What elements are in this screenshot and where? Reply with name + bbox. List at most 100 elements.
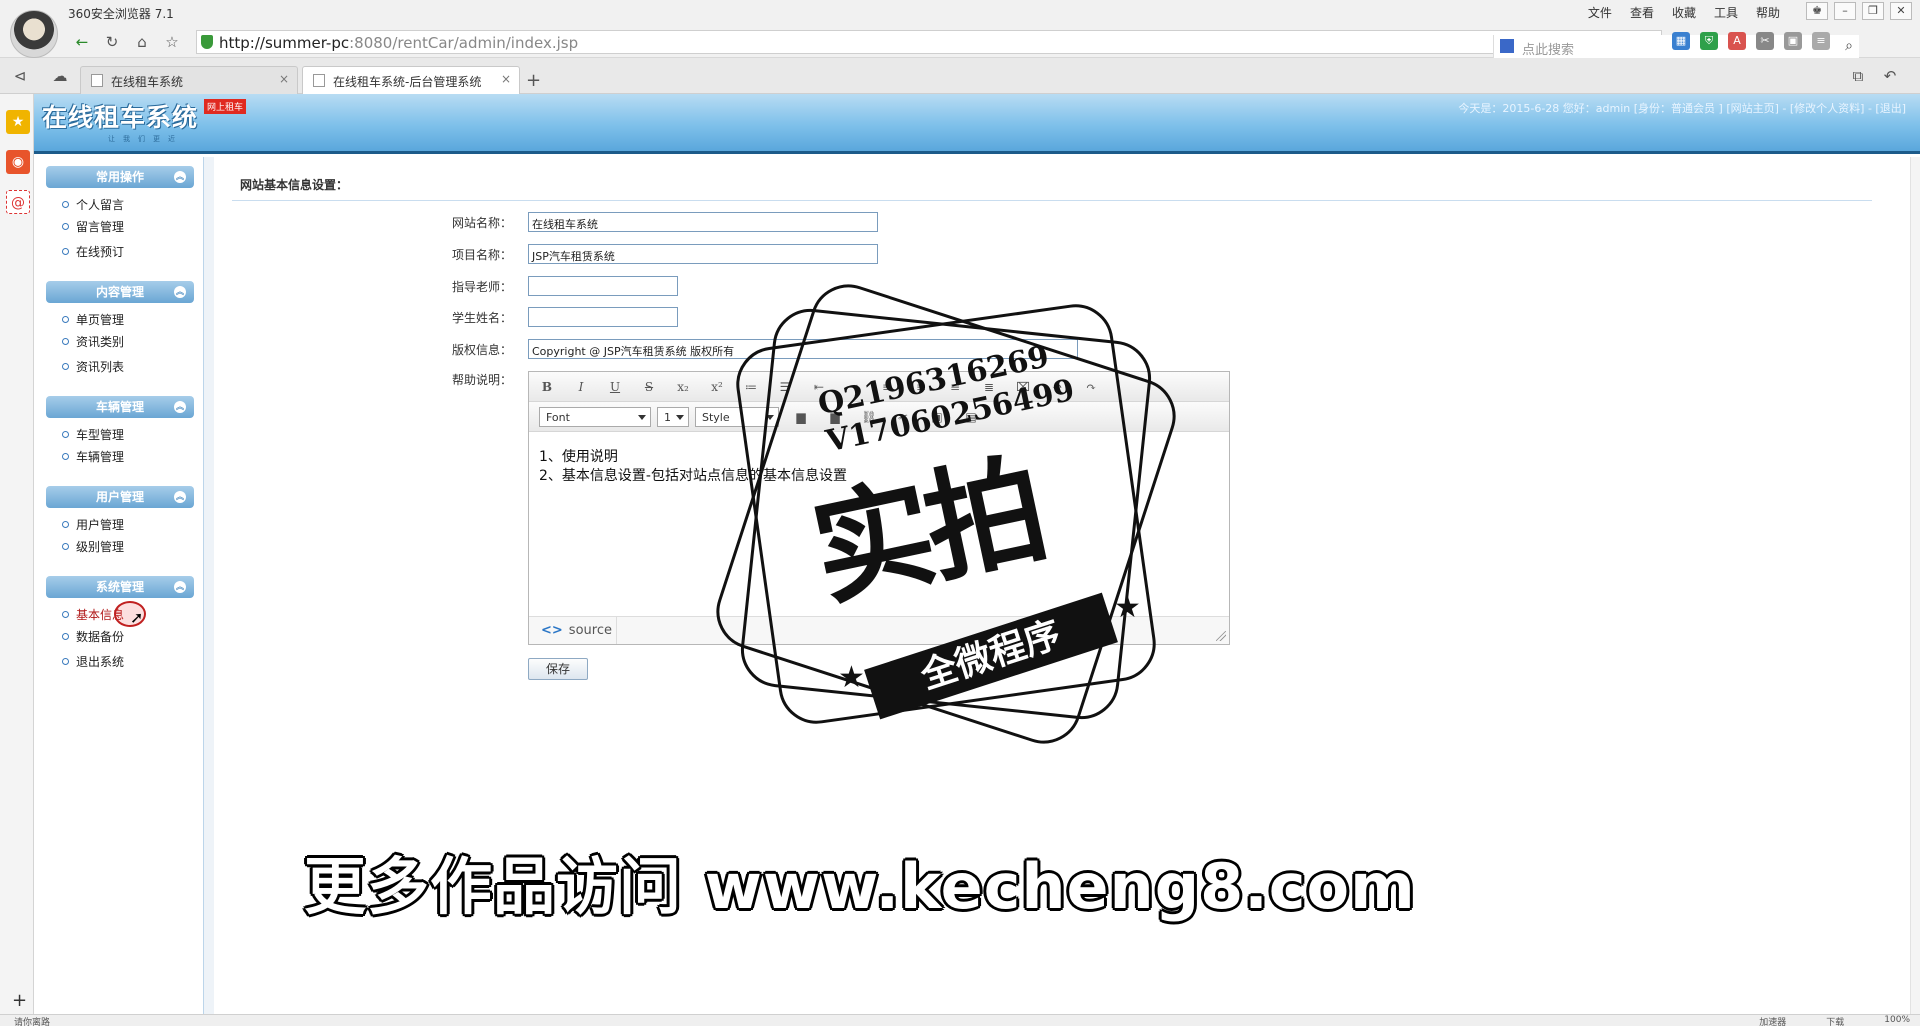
remove-format-icon[interactable]: ⌧ <box>1013 378 1033 396</box>
search-icon[interactable]: ⌕ <box>1845 38 1853 54</box>
shield-icon[interactable]: ⛨ <box>1700 32 1718 50</box>
style-select[interactable]: Style <box>695 407 779 427</box>
zoom-level[interactable]: 100% <box>1884 1015 1910 1026</box>
add-sidebar-icon[interactable]: + <box>12 990 27 1011</box>
weibo-icon[interactable]: ◉ <box>6 150 30 174</box>
minimize-button[interactable]: – <box>1834 2 1856 20</box>
teacher-input[interactable] <box>528 276 678 296</box>
collapse-icon[interactable]: ︽ <box>174 401 186 413</box>
undo-close-icon[interactable]: ↶ <box>1880 66 1900 86</box>
search-engine-icon[interactable] <box>1500 39 1514 53</box>
align-right-icon[interactable]: ≡ <box>945 378 965 396</box>
rich-text-editor[interactable]: B I U S x₂ x² ≔ ☰ ⇤ ⇥ ≡ ≡ ≡ ≣ ⌧ ↶ ↷ Font… <box>528 371 1230 645</box>
home-icon[interactable]: ⌂ <box>132 32 152 52</box>
refresh-icon[interactable]: ↻ <box>102 32 122 52</box>
apps-icon[interactable]: ▦ <box>1672 32 1690 50</box>
align-left-icon[interactable]: ≡ <box>877 378 897 396</box>
resize-handle-icon[interactable] <box>1216 631 1226 641</box>
menu-group-system[interactable]: 系统管理 ︽ <box>46 576 194 598</box>
table-icon[interactable]: ▤ <box>961 408 981 426</box>
content-scrollbar[interactable] <box>1910 157 1920 1014</box>
image-icon[interactable]: ▣ <box>927 408 947 426</box>
download-button[interactable]: 下载 <box>1826 1015 1844 1026</box>
url-input[interactable]: http://summer-pc:8080/rentCar/admin/inde… <box>196 30 1859 59</box>
url-text[interactable]: http://summer-pc:8080/rentCar/admin/inde… <box>219 34 578 52</box>
link-icon[interactable]: ⛓ <box>859 408 879 426</box>
unlink-icon[interactable]: ✂ <box>893 408 913 426</box>
editor-content[interactable]: 1、使用说明 2、基本信息设置-包括对站点信息的基本信息设置 <box>539 448 847 486</box>
cloud-icon[interactable]: ☁ <box>50 66 70 86</box>
site-name-input[interactable]: 在线租车系统 <box>528 212 878 232</box>
sidebar-toggle-icon[interactable]: ⊲ <box>10 66 30 86</box>
outdent-icon[interactable]: ⇤ <box>809 378 829 396</box>
menu-item-data-backup[interactable]: 数据备份 <box>61 628 124 645</box>
menu-group-common[interactable]: 常用操作 ︽ <box>46 166 194 188</box>
close-button[interactable]: ✕ <box>1890 2 1912 20</box>
menu-item-news-list[interactable]: 资讯列表 <box>61 358 124 375</box>
strikethrough-icon[interactable]: S <box>639 378 659 396</box>
menu-file[interactable]: 文件 <box>1588 4 1612 21</box>
cut-icon[interactable]: ✂ <box>1756 32 1774 50</box>
project-name-input[interactable]: JSP汽车租赁系统 <box>528 244 878 264</box>
menu-view[interactable]: 查看 <box>1630 4 1654 21</box>
justify-icon[interactable]: ≣ <box>979 378 999 396</box>
menu-help[interactable]: 帮助 <box>1756 4 1780 21</box>
save-button[interactable]: 保存 <box>528 658 588 680</box>
bold-icon[interactable]: B <box>537 378 557 396</box>
font-select[interactable]: Font <box>539 407 651 427</box>
restore-button[interactable]: ❐ <box>1862 2 1884 20</box>
font-size-select[interactable]: 1 <box>657 407 689 427</box>
menu-item-user-manage[interactable]: 用户管理 <box>61 516 124 533</box>
undo-icon[interactable]: ↶ <box>1047 378 1067 396</box>
collapse-icon[interactable]: ︽ <box>174 581 186 593</box>
skin-icon[interactable]: ♚ <box>1806 2 1828 20</box>
menu-item-logout[interactable]: 退出系统 <box>61 653 124 670</box>
close-tab-icon[interactable]: × <box>501 72 511 86</box>
text-color-icon[interactable]: ▆ <box>791 408 811 426</box>
tab-frontend[interactable]: 在线租车系统 × <box>80 66 298 94</box>
menu-group-user[interactable]: 用户管理 ︽ <box>46 486 194 508</box>
collapse-icon[interactable]: ︽ <box>174 491 186 503</box>
student-input[interactable] <box>528 307 678 327</box>
menu-group-content[interactable]: 内容管理 ︽ <box>46 281 194 303</box>
back-icon[interactable]: ← <box>72 32 92 52</box>
superscript-icon[interactable]: x² <box>707 378 727 396</box>
tab-admin[interactable]: 在线租车系统-后台管理系统 × <box>302 66 520 95</box>
ordered-list-icon[interactable]: ≔ <box>741 378 761 396</box>
user-info[interactable]: 今天是：2015-6-28 您好：admin [身份：普通会员 ] [网站主页]… <box>1458 100 1906 116</box>
menu-item-single-page[interactable]: 单页管理 <box>61 311 124 328</box>
menu-scrollbar[interactable] <box>204 157 214 1014</box>
bg-color-icon[interactable]: ▆ <box>825 408 845 426</box>
favorite-star-icon[interactable]: ☆ <box>162 32 182 52</box>
close-tab-icon[interactable]: × <box>279 72 289 86</box>
indent-icon[interactable]: ⇥ <box>843 378 863 396</box>
subscript-icon[interactable]: x₂ <box>673 378 693 396</box>
accelerator-button[interactable]: 加速器 <box>1759 1015 1786 1026</box>
menu-favorites[interactable]: 收藏 <box>1672 4 1696 21</box>
new-tab-button[interactable]: + <box>526 70 541 91</box>
screenshot-icon[interactable]: ▣ <box>1784 32 1802 50</box>
copyright-input[interactable]: Copyright @ JSP汽车租赁系统 版权所有 <box>528 339 1078 359</box>
user-avatar[interactable] <box>10 10 58 58</box>
collapse-icon[interactable]: ︽ <box>174 171 186 183</box>
menu-item-level-manage[interactable]: 级别管理 <box>61 538 124 555</box>
unordered-list-icon[interactable]: ☰ <box>775 378 795 396</box>
favorites-star-icon[interactable]: ★ <box>6 110 30 134</box>
italic-icon[interactable]: I <box>571 378 591 396</box>
collapse-icon[interactable]: ︽ <box>174 286 186 298</box>
menu-tools[interactable]: 工具 <box>1714 4 1738 21</box>
menu-item-car-type[interactable]: 车型管理 <box>61 426 124 443</box>
menu-item-message-manage[interactable]: 留言管理 <box>61 218 124 235</box>
restore-tabs-icon[interactable]: ⧉ <box>1848 66 1868 86</box>
menu-group-vehicle[interactable]: 车辆管理 ︽ <box>46 396 194 418</box>
translate-icon[interactable]: A <box>1728 32 1746 50</box>
redo-icon[interactable]: ↷ <box>1081 378 1101 396</box>
align-center-icon[interactable]: ≡ <box>911 378 931 396</box>
menu-item-online-booking[interactable]: 在线预订 <box>61 243 124 260</box>
source-button[interactable]: <> source <box>529 617 617 644</box>
menu-item-personal-message[interactable]: 个人留言 <box>61 196 124 213</box>
underline-icon[interactable]: U <box>605 378 625 396</box>
email-icon[interactable]: @ <box>6 190 30 214</box>
menu-item-news-category[interactable]: 资讯类别 <box>61 333 124 350</box>
more-icon[interactable]: ≡ <box>1812 32 1830 50</box>
